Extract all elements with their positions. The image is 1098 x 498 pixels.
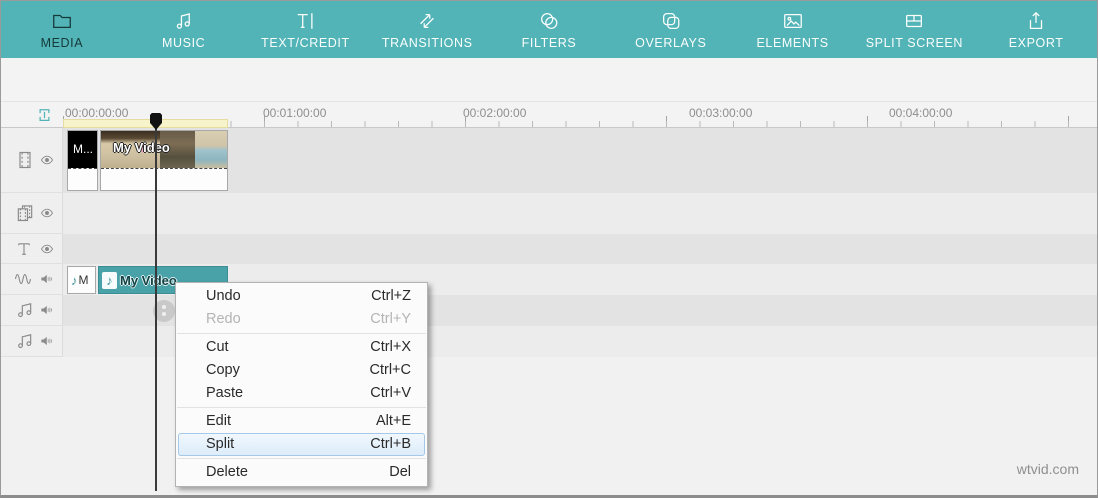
menu-item-shortcut: Ctrl+Z <box>371 288 411 304</box>
music-note-icon <box>173 10 195 32</box>
menu-separator <box>177 333 426 334</box>
menu-item-redo[interactable]: Redo Ctrl+Y <box>176 308 427 331</box>
menu-item-shortcut: Ctrl+X <box>370 339 411 355</box>
tab-music[interactable]: MUSIC <box>123 1 245 58</box>
music-track-2-row <box>1 326 1097 357</box>
overlapping-squares-icon <box>660 10 682 32</box>
menu-item-label: Copy <box>206 362 240 378</box>
timeline-empty-area <box>1 357 1097 495</box>
menu-item-shortcut: Ctrl+C <box>369 362 412 378</box>
clip-duration-highlight <box>63 119 228 128</box>
context-menu: Undo Ctrl+Z Redo Ctrl+Y Cut Ctrl+X Copy … <box>175 282 428 487</box>
tab-overlays[interactable]: OVERLAYS <box>610 1 732 58</box>
video-clip-audio-strip <box>68 168 97 190</box>
clip-label: My Video <box>120 272 177 288</box>
tab-label: ELEMENTS <box>756 35 829 50</box>
menu-item-label: Split <box>206 436 235 452</box>
overlapping-circles-icon <box>538 10 560 32</box>
thumbnail-frame <box>194 131 227 168</box>
tab-label: MUSIC <box>162 35 206 50</box>
music-notes-icon <box>15 331 35 351</box>
menu-item-label: Undo <box>206 288 241 304</box>
video-track-header <box>1 128 63 193</box>
tab-label: FILTERS <box>521 35 577 50</box>
menu-item-delete[interactable]: Delete Del <box>176 461 427 484</box>
audio-clip-1[interactable]: ♪ M <box>67 266 96 294</box>
menu-item-label: Delete <box>206 464 248 480</box>
zoom-to-fit-icon[interactable] <box>37 107 52 128</box>
music-track-1-header <box>1 295 63 326</box>
speaker-icon[interactable] <box>39 303 55 317</box>
video-clip-1[interactable]: M... <box>67 130 98 191</box>
clip-label: M <box>78 273 89 287</box>
text-track-row <box>1 234 1097 264</box>
menu-item-label: Cut <box>206 339 229 355</box>
tab-label: TEXT/CREDIT <box>261 35 350 50</box>
clip-label: My Video <box>113 140 170 155</box>
text-track-header <box>1 234 63 264</box>
text-cursor-icon <box>294 10 316 32</box>
menu-item-shortcut: Ctrl+B <box>370 436 411 452</box>
crossing-arrows-icon <box>416 10 438 32</box>
video-editor-window: MEDIA MUSIC TEXT/CREDIT TRANSITIONS FILT… <box>0 0 1098 498</box>
film-strip-icon <box>15 149 35 171</box>
clip-label: M... <box>73 142 93 156</box>
menu-item-split[interactable]: Split Ctrl+B <box>178 433 425 456</box>
eye-icon[interactable] <box>39 153 55 167</box>
menu-item-label: Edit <box>206 413 231 429</box>
tab-label: SPLIT SCREEN <box>865 35 963 50</box>
music-note-icon: ♪ <box>71 272 78 288</box>
tab-export[interactable]: EXPORT <box>975 1 1097 58</box>
speaker-icon[interactable] <box>39 272 55 286</box>
timeline-toolbar <box>1 58 1097 153</box>
menu-separator <box>177 407 426 408</box>
pip-track-row <box>1 193 1097 234</box>
text-track-icon <box>15 240 33 258</box>
music-notes-icon <box>15 300 35 320</box>
playhead-line[interactable] <box>155 121 157 491</box>
tab-filters[interactable]: FILTERS <box>488 1 610 58</box>
tab-label: TRANSITIONS <box>381 35 473 50</box>
tab-label: EXPORT <box>1008 35 1064 50</box>
timeline-ruler[interactable]: 00:00:00:00 00:01:00:00 00:02:00:00 00:0… <box>1 101 1097 128</box>
voice-track-header <box>1 264 63 295</box>
tab-split-screen[interactable]: SPLIT SCREEN <box>853 1 975 58</box>
menu-item-shortcut: Alt+E <box>375 413 411 429</box>
speaker-icon[interactable] <box>39 334 55 348</box>
menu-item-shortcut: Ctrl+V <box>370 385 411 401</box>
pip-track-header <box>1 193 63 234</box>
menu-item-cut[interactable]: Cut Ctrl+X <box>176 336 427 359</box>
tab-label: OVERLAYS <box>635 35 707 50</box>
video-clip-audio-strip <box>101 168 227 190</box>
menu-item-paste[interactable]: Paste Ctrl+V <box>176 382 427 405</box>
export-arrow-icon <box>1025 10 1047 32</box>
menu-item-label: Paste <box>206 385 244 401</box>
music-track-2-header <box>1 326 63 357</box>
menu-item-edit[interactable]: Edit Alt+E <box>176 410 427 433</box>
watermark: wtvid.com <box>1016 461 1079 477</box>
menu-item-shortcut: Ctrl+Y <box>370 311 411 327</box>
tab-label: MEDIA <box>40 35 84 50</box>
folder-icon <box>51 10 73 32</box>
split-rectangle-icon <box>903 10 925 32</box>
menu-item-label: Redo <box>206 311 241 327</box>
tab-transitions[interactable]: TRANSITIONS <box>366 1 488 58</box>
menu-item-shortcut: Del <box>389 464 411 480</box>
video-clip-2[interactable]: My Video <box>100 130 228 191</box>
menu-item-copy[interactable]: Copy Ctrl+C <box>176 359 427 382</box>
tab-elements[interactable]: ELEMENTS <box>732 1 854 58</box>
eye-icon[interactable] <box>39 242 55 256</box>
music-note-icon: ♪ <box>102 271 117 289</box>
main-tab-bar: MEDIA MUSIC TEXT/CREDIT TRANSITIONS FILT… <box>1 1 1097 58</box>
picture-icon <box>782 10 804 32</box>
stacked-frames-icon <box>15 203 35 223</box>
tab-text-credit[interactable]: TEXT/CREDIT <box>245 1 367 58</box>
menu-separator <box>177 458 426 459</box>
eye-icon[interactable] <box>39 206 55 220</box>
waveform-icon <box>11 270 35 288</box>
tab-media[interactable]: MEDIA <box>1 1 123 58</box>
menu-item-undo[interactable]: Undo Ctrl+Z <box>176 285 427 308</box>
